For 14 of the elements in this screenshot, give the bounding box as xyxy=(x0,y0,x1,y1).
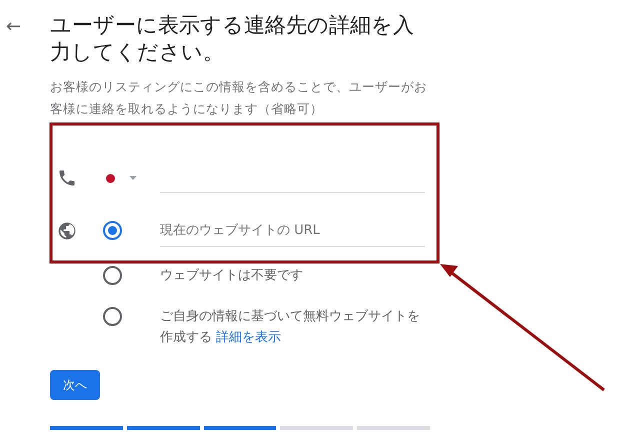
description-text: お客様のリスティングにこの情報を含めることで、ユーザーがお客様に連絡を取れるようになります（省略可） xyxy=(50,78,428,118)
option-label: ご自身の情報に基づいて無料ウェブサイトを作成する 詳細を表示 xyxy=(160,308,421,347)
radio-button[interactable] xyxy=(103,266,122,285)
radio-button[interactable] xyxy=(103,221,122,240)
phone-icon xyxy=(57,168,77,188)
website-url-field[interactable]: 現在のウェブサイトの URL xyxy=(160,214,425,247)
option-label: ウェブサイトは不要です xyxy=(160,267,304,285)
radio-button[interactable] xyxy=(103,307,122,326)
page-title: ユーザーに表示する連絡先の詳細を入力してください。 xyxy=(50,12,415,66)
back-button[interactable]: ← xyxy=(0,14,50,40)
flag-icon xyxy=(106,174,115,183)
next-button[interactable]: 次へ xyxy=(50,370,100,400)
details-link[interactable]: 詳細を表示 xyxy=(216,330,282,345)
globe-icon xyxy=(57,220,77,241)
